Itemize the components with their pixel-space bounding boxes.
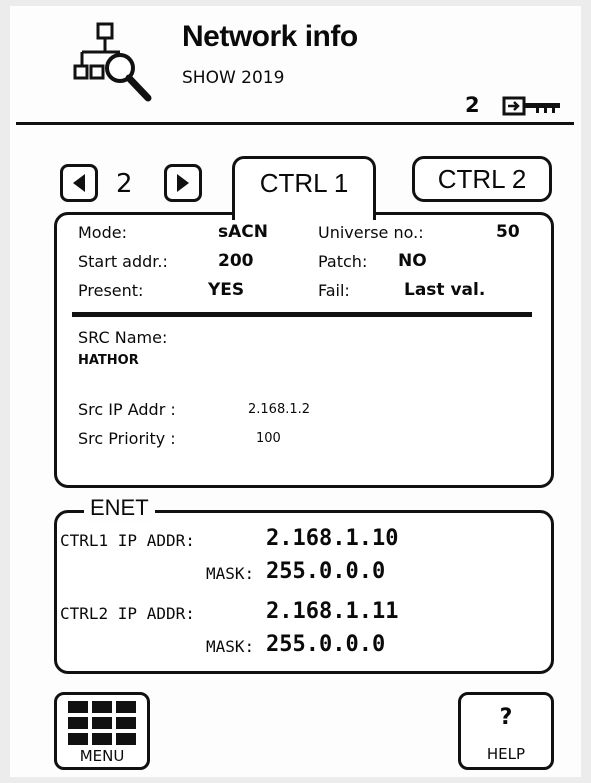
tab-ctrl1[interactable]: CTRL 1 [232,156,376,220]
fail-label: Fail: [318,281,350,300]
present-value: YES [208,280,245,300]
tab-ctrl1-label: CTRL 1 [259,168,349,198]
ctrl2-ip-value: 2.168.1.11 [266,599,399,624]
patch-label: Patch: [318,252,368,271]
page-title: Network info [182,20,358,53]
patch-value: NO [398,251,427,271]
universe-label: Universe no.: [318,223,424,242]
next-page-button[interactable] [164,164,202,202]
tab-ctrl2[interactable]: CTRL 2 [412,156,552,202]
help-button[interactable]: ? HELP [458,692,554,770]
help-label: HELP [486,745,526,763]
start-address-value: 200 [218,251,254,271]
src-priority-value: 100 [256,431,281,446]
enet-legend: ENET [84,495,155,521]
menu-button[interactable]: MENU [54,692,150,770]
network-search-icon [73,22,152,102]
ctrl1-ip-value: 2.168.1.10 [266,526,399,551]
page-number: 2 [116,169,133,199]
device-screen: Network info SHOW 2019 2 2 CTRL 1 CTRL 2… [10,6,581,777]
present-label: Present: [78,281,144,300]
ctrl2-ip-label: CTRL2 IP ADDR: [60,604,195,623]
access-level: 2 [465,93,480,117]
src-name-label: SRC Name: [78,328,168,347]
universe-value: 50 [496,222,520,242]
grid-menu-icon [68,701,136,745]
start-address-label: Start addr.: [78,252,168,271]
arrow-left-icon [73,174,85,192]
src-ip-label: Src IP Addr : [78,400,176,419]
help-icon: ? [499,705,513,730]
ctrl1-mask-value: 255.0.0.0 [266,559,386,584]
ctrl2-mask-value: 255.0.0.0 [266,632,386,657]
show-name: SHOW 2019 [182,68,285,88]
tab-joint [235,212,373,216]
fail-value: Last val. [404,280,486,300]
ctrl1-mask-label: MASK: [206,564,255,583]
info-divider [72,312,532,317]
prev-page-button[interactable] [60,164,98,202]
mode-value: sACN [218,222,268,242]
src-name-value: HATHOR [78,353,139,368]
src-ip-value: 2.168.1.2 [248,402,311,417]
ctrl1-ip-label: CTRL1 IP ADDR: [60,531,195,550]
header-divider [16,122,574,125]
key-icon [502,96,560,116]
arrow-right-icon [177,174,189,192]
mode-label: Mode: [78,223,127,242]
tab-ctrl2-label: CTRL 2 [437,163,527,194]
ctrl2-mask-label: MASK: [206,637,255,656]
menu-label: MENU [79,747,125,765]
src-priority-label: Src Priority : [78,429,176,448]
